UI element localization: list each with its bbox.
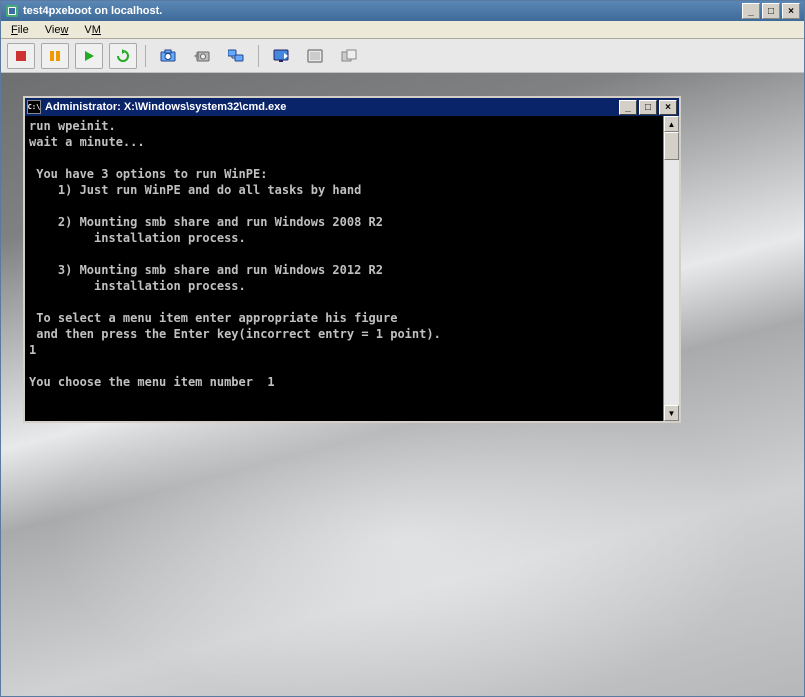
menubar: File View VM [1, 21, 804, 39]
toolbar [1, 39, 804, 73]
show-console-button[interactable] [267, 43, 295, 69]
reset-button[interactable] [109, 43, 137, 69]
menu-view[interactable]: View [39, 23, 75, 37]
cmd-title: Administrator: X:\Windows\system32\cmd.e… [45, 101, 619, 113]
outer-title: test4pxeboot on localhost. [23, 5, 742, 17]
cmd-maximize-button[interactable]: □ [639, 100, 657, 115]
cmd-scrollbar[interactable]: ▲ ▼ [663, 116, 679, 421]
outer-minimize-button[interactable]: _ [742, 3, 760, 19]
scroll-thumb[interactable] [664, 132, 679, 160]
toolbar-separator [145, 45, 146, 67]
fullscreen-button[interactable] [301, 43, 329, 69]
outer-maximize-button[interactable]: □ [762, 3, 780, 19]
cmd-close-button[interactable]: × [659, 100, 677, 115]
power-on-button[interactable] [75, 43, 103, 69]
revert-snapshot-button[interactable] [188, 43, 216, 69]
menu-vm[interactable]: VM [78, 23, 107, 37]
suspend-button[interactable] [41, 43, 69, 69]
vmware-window: test4pxeboot on localhost. _ □ × File Vi… [0, 0, 805, 697]
snapshot-button[interactable] [154, 43, 182, 69]
cmd-titlebar[interactable]: C:\ Administrator: X:\Windows\system32\c… [25, 98, 679, 116]
snapshot-manager-button[interactable] [222, 43, 250, 69]
outer-titlebar[interactable]: test4pxeboot on localhost. _ □ × [1, 1, 804, 21]
toolbar-separator-2 [258, 45, 259, 67]
unity-button[interactable] [335, 43, 363, 69]
guest-desktop[interactable]: C:\ Administrator: X:\Windows\system32\c… [1, 73, 804, 696]
outer-close-button[interactable]: × [782, 3, 800, 19]
power-off-button[interactable] [7, 43, 35, 69]
cmd-window[interactable]: C:\ Administrator: X:\Windows\system32\c… [23, 96, 681, 423]
cmd-icon: C:\ [27, 100, 41, 114]
scroll-track[interactable] [664, 160, 679, 405]
cmd-minimize-button[interactable]: _ [619, 100, 637, 115]
cmd-terminal-body[interactable]: run wpeinit. wait a minute... You have 3… [25, 116, 663, 421]
menu-file[interactable]: File [5, 23, 35, 37]
scroll-down-button[interactable]: ▼ [664, 405, 679, 421]
vmware-icon [5, 4, 19, 18]
scroll-up-button[interactable]: ▲ [664, 116, 679, 132]
